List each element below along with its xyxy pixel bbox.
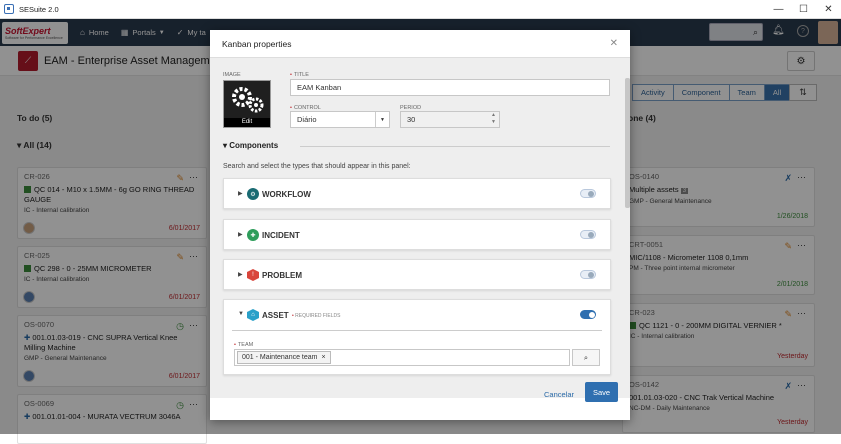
edit-image-button[interactable]: Edit	[224, 118, 270, 127]
minimize-button[interactable]: —	[766, 0, 791, 19]
workflow-icon: ⚙	[247, 188, 259, 200]
app-icon	[4, 4, 14, 14]
team-input[interactable]: 001 - Maintenance team ×	[234, 349, 570, 366]
required-fields-note: REQUIRED FIELDS	[295, 313, 341, 319]
chevron-down-icon: ▼	[375, 112, 389, 127]
component-panel-problem[interactable]: ▶ ! PROBLEM	[223, 259, 611, 290]
team-search-button[interactable]: ⌕	[572, 349, 600, 366]
dialog-footer: Cancelar Save	[210, 382, 630, 420]
caret-right-icon[interactable]: ▶	[238, 231, 243, 238]
components-hint: Search and select the types that should …	[223, 163, 411, 170]
close-icon[interactable]: ✕	[610, 38, 618, 49]
problem-toggle[interactable]	[580, 270, 596, 279]
kanban-properties-dialog: Kanban properties ✕ IMAGE Edit • TITLE EA…	[210, 30, 630, 420]
incident-toggle[interactable]	[580, 230, 596, 239]
maximize-button[interactable]: ☐	[791, 0, 816, 19]
components-section-toggle[interactable]: ▾ Components	[223, 141, 278, 150]
period-stepper[interactable]: 30 ▲ ▼	[400, 111, 500, 128]
remove-tag-icon[interactable]: ×	[322, 354, 326, 361]
control-select[interactable]: Diário ▼	[290, 111, 390, 128]
component-panel-workflow[interactable]: ▶ ⚙ WORKFLOW	[223, 178, 611, 209]
window-title: SESuite 2.0	[19, 4, 59, 14]
close-window-button[interactable]: ✕	[816, 0, 841, 19]
team-label: TEAM	[237, 342, 254, 348]
problem-icon: !	[247, 269, 259, 281]
caret-down-icon[interactable]: ▼	[238, 311, 244, 317]
search-icon: ⌕	[583, 352, 589, 362]
gears-icon	[232, 87, 264, 113]
cancel-button[interactable]: Cancelar	[544, 390, 574, 399]
stepper-arrows-icon[interactable]: ▲ ▼	[491, 112, 496, 126]
component-panel-incident[interactable]: ▶ ✚ INCIDENT	[223, 219, 611, 250]
dialog-title: Kanban properties	[210, 30, 630, 58]
workflow-toggle[interactable]	[580, 189, 596, 198]
asset-toggle[interactable]	[580, 310, 596, 319]
title-label: TITLE	[293, 72, 309, 78]
component-panel-asset[interactable]: ▼ ⌂ ASSET • REQUIRED FIELDS • TEAM 001 - …	[223, 299, 611, 375]
kanban-image[interactable]: Edit	[223, 80, 271, 128]
caret-right-icon[interactable]: ▶	[238, 271, 243, 278]
save-button[interactable]: Save	[585, 382, 618, 402]
asset-icon: ⌂	[247, 309, 259, 321]
incident-icon: ✚	[247, 229, 259, 241]
image-label: IMAGE	[223, 72, 241, 78]
team-tag: 001 - Maintenance team ×	[237, 351, 331, 364]
title-field[interactable]: EAM Kanban	[290, 79, 610, 96]
caret-right-icon[interactable]: ▶	[238, 190, 243, 197]
dialog-body: IMAGE Edit • TITLE EAM Kanban • CONTROL Di…	[210, 58, 630, 398]
dialog-scrollbar[interactable]	[625, 78, 630, 208]
window-titlebar: SESuite 2.0 — ☐ ✕	[0, 0, 841, 19]
